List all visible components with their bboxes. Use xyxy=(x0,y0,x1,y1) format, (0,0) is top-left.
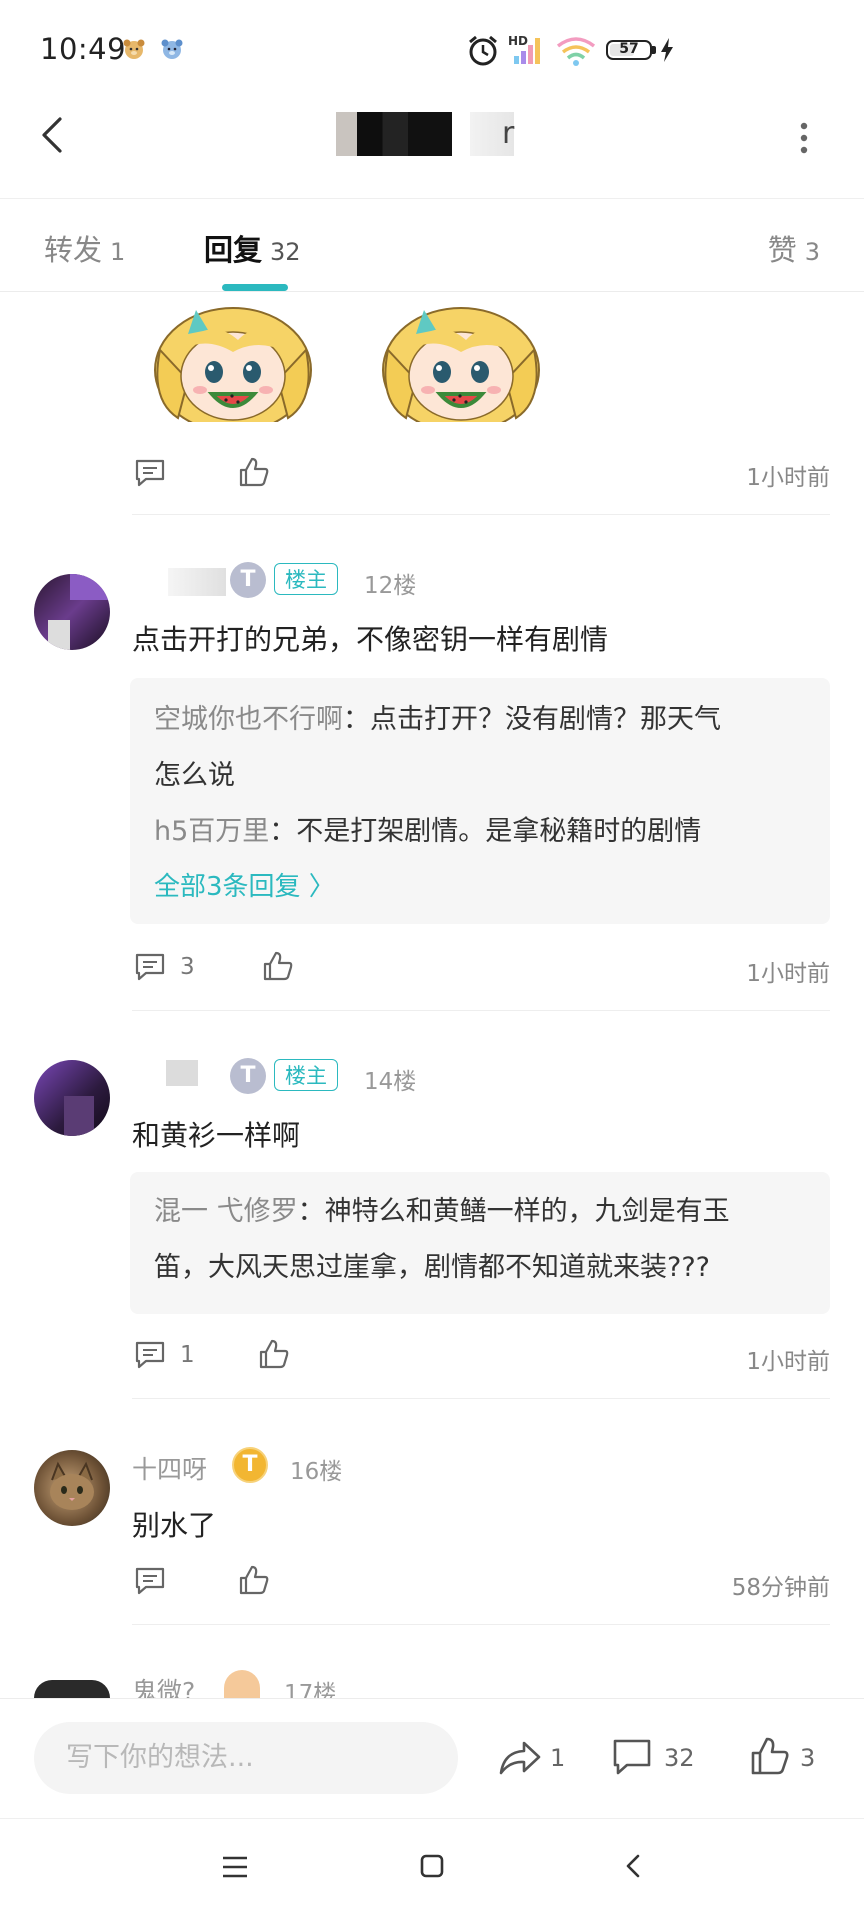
username[interactable]: 十四呀 xyxy=(132,1450,207,1486)
sticker-image[interactable] xyxy=(376,290,546,422)
username-redacted xyxy=(166,1060,198,1086)
comment-content: 点击开打的兄弟，不像密钥一样有剧情 xyxy=(132,623,609,656)
comment-icon[interactable] xyxy=(134,952,166,982)
wifi-icon xyxy=(556,37,596,66)
signal-icon xyxy=(514,38,540,64)
comment-input[interactable]: 写下你的想法... xyxy=(34,1722,458,1794)
avatar[interactable] xyxy=(34,1060,110,1136)
share-icon[interactable] xyxy=(498,1740,542,1776)
floor-number: 17楼 xyxy=(284,1681,337,1698)
user-level-icon: T xyxy=(230,1058,266,1094)
menu-icon[interactable] xyxy=(220,1854,250,1880)
like-count: 3 xyxy=(800,1744,816,1772)
reply-line: 空城你也不行啊：点击打开？没有剧情？那天气 xyxy=(154,704,721,735)
tab-reply[interactable]: 回复 32 xyxy=(204,227,301,269)
like-icon[interactable] xyxy=(262,950,294,982)
comment-icon[interactable] xyxy=(134,1340,166,1370)
floor-number: 14楼 xyxy=(364,1069,417,1095)
comment-content: 别水了 xyxy=(132,1509,217,1542)
page-title: r xyxy=(502,116,515,151)
comment-icon[interactable] xyxy=(612,1738,652,1776)
username[interactable]: 鬼微? xyxy=(132,1672,195,1698)
status-time: 10:49 xyxy=(40,32,127,66)
like-icon[interactable] xyxy=(238,1564,270,1596)
user-level-icon: T xyxy=(230,562,266,598)
share-count: 1 xyxy=(550,1744,566,1772)
alarm-icon xyxy=(469,35,497,66)
reply-preview-box[interactable]: 混一 弋修罗：神特么和黄鳝一样的，九剑是有玉 笛，大风天思过崖拿，剧情都不知道就… xyxy=(130,1172,830,1314)
nav-back-icon[interactable] xyxy=(620,1852,648,1880)
comment-time: 58分钟前 xyxy=(731,1575,830,1601)
bear-emoji-icon xyxy=(123,39,145,59)
reply-line: h5百万里：不是打架剧情。是拿秘籍时的剧情 xyxy=(154,816,702,847)
floor-number: 12楼 xyxy=(364,573,417,599)
tab-forward[interactable]: 转发 1 xyxy=(44,227,125,269)
battery-level: 57 xyxy=(619,41,639,57)
reply-count: 3 xyxy=(180,954,195,980)
comment-count: 32 xyxy=(664,1744,695,1772)
tab-like[interactable]: 赞3 xyxy=(768,227,820,269)
back-icon[interactable] xyxy=(34,115,74,155)
like-icon[interactable] xyxy=(238,456,270,488)
owner-badge: 楼主 xyxy=(274,563,338,595)
comment-icon[interactable] xyxy=(134,1566,166,1596)
floor-number: 16楼 xyxy=(290,1459,343,1485)
reply-line: 笛，大风天思过崖拿，剧情都不知道就来装??? xyxy=(154,1252,710,1283)
owner-badge: 楼主 xyxy=(274,1059,338,1091)
reply-line: 怎么说 xyxy=(154,760,235,791)
comment-time: 1小时前 xyxy=(746,1349,830,1375)
reply-count: 1 xyxy=(180,1342,195,1368)
more-icon[interactable] xyxy=(800,122,808,154)
home-icon[interactable] xyxy=(418,1852,446,1880)
user-level-icon: T xyxy=(232,1447,268,1483)
tab-bar: 转发 1 回复 32 赞3 xyxy=(0,198,864,292)
charging-icon xyxy=(661,38,673,62)
like-icon[interactable] xyxy=(750,1736,790,1776)
avatar[interactable] xyxy=(34,1450,110,1526)
page-title-redacted xyxy=(336,112,452,156)
user-level-icon xyxy=(224,1670,260,1698)
avatar[interactable] xyxy=(34,574,110,650)
comment-time: 1小时前 xyxy=(746,465,830,491)
all-replies-link[interactable]: 全部3条回复 〉 xyxy=(154,866,335,903)
battery-icon: 57 xyxy=(606,40,652,60)
like-icon[interactable] xyxy=(258,1338,290,1370)
reply-line: 混一 弋修罗：神特么和黄鳝一样的，九剑是有玉 xyxy=(154,1196,730,1227)
status-bar: 10:49 HD 57 xyxy=(0,0,864,100)
comment-content: 和黄衫一样啊 xyxy=(132,1119,301,1152)
username-redacted xyxy=(168,568,226,596)
bear-emoji-icon xyxy=(161,39,183,59)
comment-icon[interactable] xyxy=(134,458,166,488)
sticker-image[interactable] xyxy=(148,290,318,422)
reply-preview-box[interactable]: 空城你也不行啊：点击打开？没有剧情？那天气 怎么说 h5百万里：不是打架剧情。是… xyxy=(130,678,830,924)
comment-time: 1小时前 xyxy=(746,961,830,987)
avatar[interactable] xyxy=(34,1680,110,1698)
